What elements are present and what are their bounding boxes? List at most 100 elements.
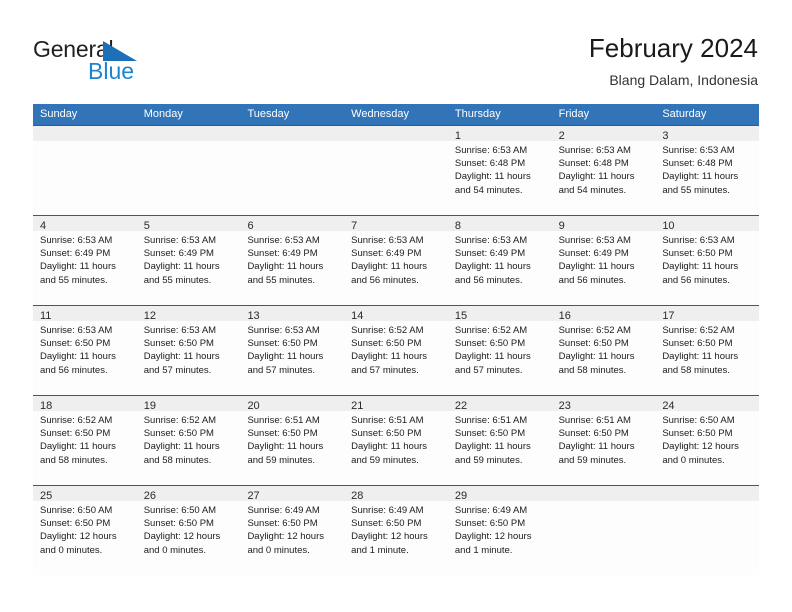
day-sun-info: Sunrise: 6:52 AM Sunset: 6:50 PM Daylight:…	[33, 411, 137, 467]
calendar-day-cell-empty	[33, 126, 137, 215]
calendar-day-cell[interactable]: 26 Sunrise: 6:50 AM Sunset: 6:50 PM Dayligh…	[136, 486, 241, 575]
day-sun-info: Sunrise: 6:51 AM Sunset: 6:50 PM Daylight:…	[552, 411, 656, 467]
calendar-day-cell[interactable]: 17 Sunrise: 6:52 AM Sunset: 6:50 PM Dayligh…	[655, 306, 760, 395]
day-number-band: 27	[240, 486, 345, 502]
day-number-band	[344, 126, 448, 141]
daylight-text-line1: Daylight: 11 hours	[247, 441, 324, 453]
daylight-text-line1: Daylight: 11 hours	[351, 261, 428, 273]
sunset-text: Sunset: 6:49 PM	[558, 248, 629, 260]
sunset-text: Sunset: 6:50 PM	[247, 338, 318, 350]
title-block: February 2024 Blang Dalam, Indonesia	[589, 32, 758, 90]
day-number: 20	[247, 400, 260, 412]
day-number: 10	[662, 220, 675, 232]
calendar-day-cell[interactable]: 1 Sunrise: 6:53 AM Sunset: 6:48 PM Daylight…	[447, 126, 552, 215]
daylight-text-line1: Daylight: 11 hours	[454, 441, 531, 453]
day-number: 24	[662, 400, 675, 412]
weekday-header-monday: Monday	[143, 108, 183, 120]
daylight-text-line2: and 55 minutes.	[662, 184, 730, 196]
sunrise-text: Sunrise: 6:53 AM	[662, 235, 735, 246]
daylight-text-line2: and 55 minutes.	[247, 274, 316, 286]
day-number-band: 21	[344, 396, 448, 412]
daylight-text-line1: Daylight: 11 hours	[247, 261, 324, 273]
sunrise-text: Sunrise: 6:53 AM	[40, 235, 113, 246]
calendar-day-cell[interactable]: 13 Sunrise: 6:53 AM Sunset: 6:50 PM Dayligh…	[240, 306, 345, 395]
day-number-band: 16	[551, 306, 656, 322]
calendar-day-cell[interactable]: 19 Sunrise: 6:52 AM Sunset: 6:50 PM Dayligh…	[136, 396, 241, 485]
day-number-band	[240, 126, 345, 141]
day-number-band	[655, 486, 760, 501]
day-number: 2	[558, 130, 565, 142]
calendar-grid: Sunday Monday Tuesday Wednesday Thursday…	[33, 104, 760, 575]
calendar-week-row: 4 Sunrise: 6:53 AM Sunset: 6:49 PM Daylight…	[33, 215, 760, 305]
sunset-text: Sunset: 6:50 PM	[454, 428, 526, 440]
calendar-day-cell[interactable]: 28 Sunrise: 6:49 AM Sunset: 6:50 PM Dayligh…	[344, 486, 448, 575]
day-sun-info: Sunrise: 6:53 AM Sunset: 6:48 PM Daylight:…	[448, 141, 552, 197]
daylight-text-line2: and 1 minute.	[454, 544, 513, 556]
calendar-day-cell-empty	[344, 126, 448, 215]
day-sun-info: Sunrise: 6:53 AM Sunset: 6:49 PM Daylight:…	[240, 231, 344, 287]
daylight-text-line1: Daylight: 11 hours	[143, 261, 220, 273]
calendar-day-cell[interactable]: 8 Sunrise: 6:53 AM Sunset: 6:49 PM Daylight…	[447, 216, 552, 305]
calendar-day-cell[interactable]: 12 Sunrise: 6:53 AM Sunset: 6:50 PM Dayligh…	[136, 306, 241, 395]
calendar-day-cell[interactable]: 22 Sunrise: 6:51 AM Sunset: 6:50 PM Dayligh…	[447, 396, 552, 485]
calendar-day-cell[interactable]: 11 Sunrise: 6:53 AM Sunset: 6:50 PM Dayligh…	[33, 306, 137, 395]
day-sun-info: Sunrise: 6:51 AM Sunset: 6:50 PM Daylight:…	[240, 411, 344, 467]
calendar-day-cell[interactable]: 16 Sunrise: 6:52 AM Sunset: 6:50 PM Dayligh…	[551, 306, 656, 395]
sunrise-text: Sunrise: 6:51 AM	[558, 415, 631, 426]
day-number: 22	[454, 400, 468, 412]
day-number-band: 13	[240, 306, 345, 322]
calendar-day-cell[interactable]: 29 Sunrise: 6:49 AM Sunset: 6:50 PM Dayligh…	[447, 486, 552, 575]
sunrise-text: Sunrise: 6:51 AM	[454, 415, 528, 426]
calendar-day-cell[interactable]: 9 Sunrise: 6:53 AM Sunset: 6:49 PM Daylight…	[551, 216, 656, 305]
calendar-day-cell[interactable]: 3 Sunrise: 6:53 AM Sunset: 6:48 PM Daylight…	[655, 126, 760, 215]
sunrise-text: Sunrise: 6:53 AM	[662, 145, 735, 156]
calendar-day-cell[interactable]: 5 Sunrise: 6:53 AM Sunset: 6:49 PM Daylight…	[136, 216, 241, 305]
calendar-day-cell[interactable]: 7 Sunrise: 6:53 AM Sunset: 6:49 PM Daylight…	[344, 216, 448, 305]
day-sun-info: Sunrise: 6:53 AM Sunset: 6:49 PM Daylight:…	[137, 231, 241, 287]
calendar-day-cell[interactable]: 14 Sunrise: 6:52 AM Sunset: 6:50 PM Dayligh…	[344, 306, 448, 395]
day-number-band: 11	[33, 306, 137, 322]
calendar-day-cell[interactable]: 20 Sunrise: 6:51 AM Sunset: 6:50 PM Dayligh…	[240, 396, 345, 485]
weekday-header-sunday: Sunday	[40, 108, 78, 120]
calendar-day-cell[interactable]: 25 Sunrise: 6:50 AM Sunset: 6:50 PM Dayligh…	[33, 486, 137, 575]
day-number-band: 14	[344, 306, 448, 322]
daylight-text-line2: and 57 minutes.	[454, 364, 523, 376]
day-number-band: 23	[551, 396, 656, 412]
calendar-week-row: 18 Sunrise: 6:52 AM Sunset: 6:50 PM Dayligh…	[33, 395, 760, 485]
day-sun-info: Sunrise: 6:49 AM Sunset: 6:50 PM Daylight:…	[448, 501, 552, 557]
calendar-day-cell[interactable]: 18 Sunrise: 6:52 AM Sunset: 6:50 PM Dayligh…	[33, 396, 137, 485]
calendar-day-cell[interactable]: 6 Sunrise: 6:53 AM Sunset: 6:49 PM Daylight…	[240, 216, 345, 305]
sunrise-text: Sunrise: 6:53 AM	[351, 235, 424, 246]
calendar-day-cell[interactable]: 24 Sunrise: 6:50 AM Sunset: 6:50 PM Dayligh…	[655, 396, 760, 485]
calendar-day-cell[interactable]: 4 Sunrise: 6:53 AM Sunset: 6:49 PM Daylight…	[33, 216, 137, 305]
daylight-text-line1: Daylight: 11 hours	[662, 171, 739, 183]
calendar-day-cell-empty	[655, 486, 760, 575]
daylight-text-line1: Daylight: 11 hours	[40, 351, 116, 363]
sunset-text: Sunset: 6:50 PM	[558, 338, 629, 350]
calendar-week-row: 11 Sunrise: 6:53 AM Sunset: 6:50 PM Dayligh…	[33, 305, 760, 395]
daylight-text-line1: Daylight: 12 hours	[143, 531, 221, 543]
daylight-text-line2: and 0 minutes.	[40, 544, 103, 556]
calendar-day-cell[interactable]: 23 Sunrise: 6:51 AM Sunset: 6:50 PM Dayligh…	[551, 396, 656, 485]
daylight-text-line2: and 57 minutes.	[351, 364, 419, 376]
page-title: February 2024	[588, 33, 758, 63]
sunset-text: Sunset: 6:48 PM	[454, 158, 526, 170]
daylight-text-line2: and 54 minutes.	[454, 184, 523, 196]
day-number-band: 12	[136, 306, 241, 322]
weekday-header-wednesday: Wednesday	[351, 108, 410, 120]
calendar-day-cell[interactable]: 10 Sunrise: 6:53 AM Sunset: 6:50 PM Dayligh…	[655, 216, 760, 305]
calendar-day-cell[interactable]: 27 Sunrise: 6:49 AM Sunset: 6:50 PM Dayligh…	[240, 486, 345, 575]
calendar-day-cell[interactable]: 2 Sunrise: 6:53 AM Sunset: 6:48 PM Daylight…	[551, 126, 656, 215]
daylight-text-line2: and 56 minutes.	[351, 274, 419, 286]
sunset-text: Sunset: 6:50 PM	[662, 338, 733, 350]
day-number: 9	[558, 220, 565, 232]
daylight-text-line1: Daylight: 11 hours	[454, 171, 531, 183]
calendar-day-cell[interactable]: 15 Sunrise: 6:52 AM Sunset: 6:50 PM Dayligh…	[447, 306, 552, 395]
calendar-day-cell[interactable]: 21 Sunrise: 6:51 AM Sunset: 6:50 PM Dayligh…	[344, 396, 448, 485]
calendar-weeks: 1 Sunrise: 6:53 AM Sunset: 6:48 PM Daylight…	[33, 125, 760, 575]
day-number-band: 15	[447, 306, 552, 322]
sunset-text: Sunset: 6:48 PM	[662, 158, 733, 170]
sunrise-text: Sunrise: 6:51 AM	[247, 415, 320, 426]
daylight-text-line2: and 0 minutes.	[143, 544, 207, 556]
daylight-text-line1: Daylight: 11 hours	[454, 261, 531, 273]
